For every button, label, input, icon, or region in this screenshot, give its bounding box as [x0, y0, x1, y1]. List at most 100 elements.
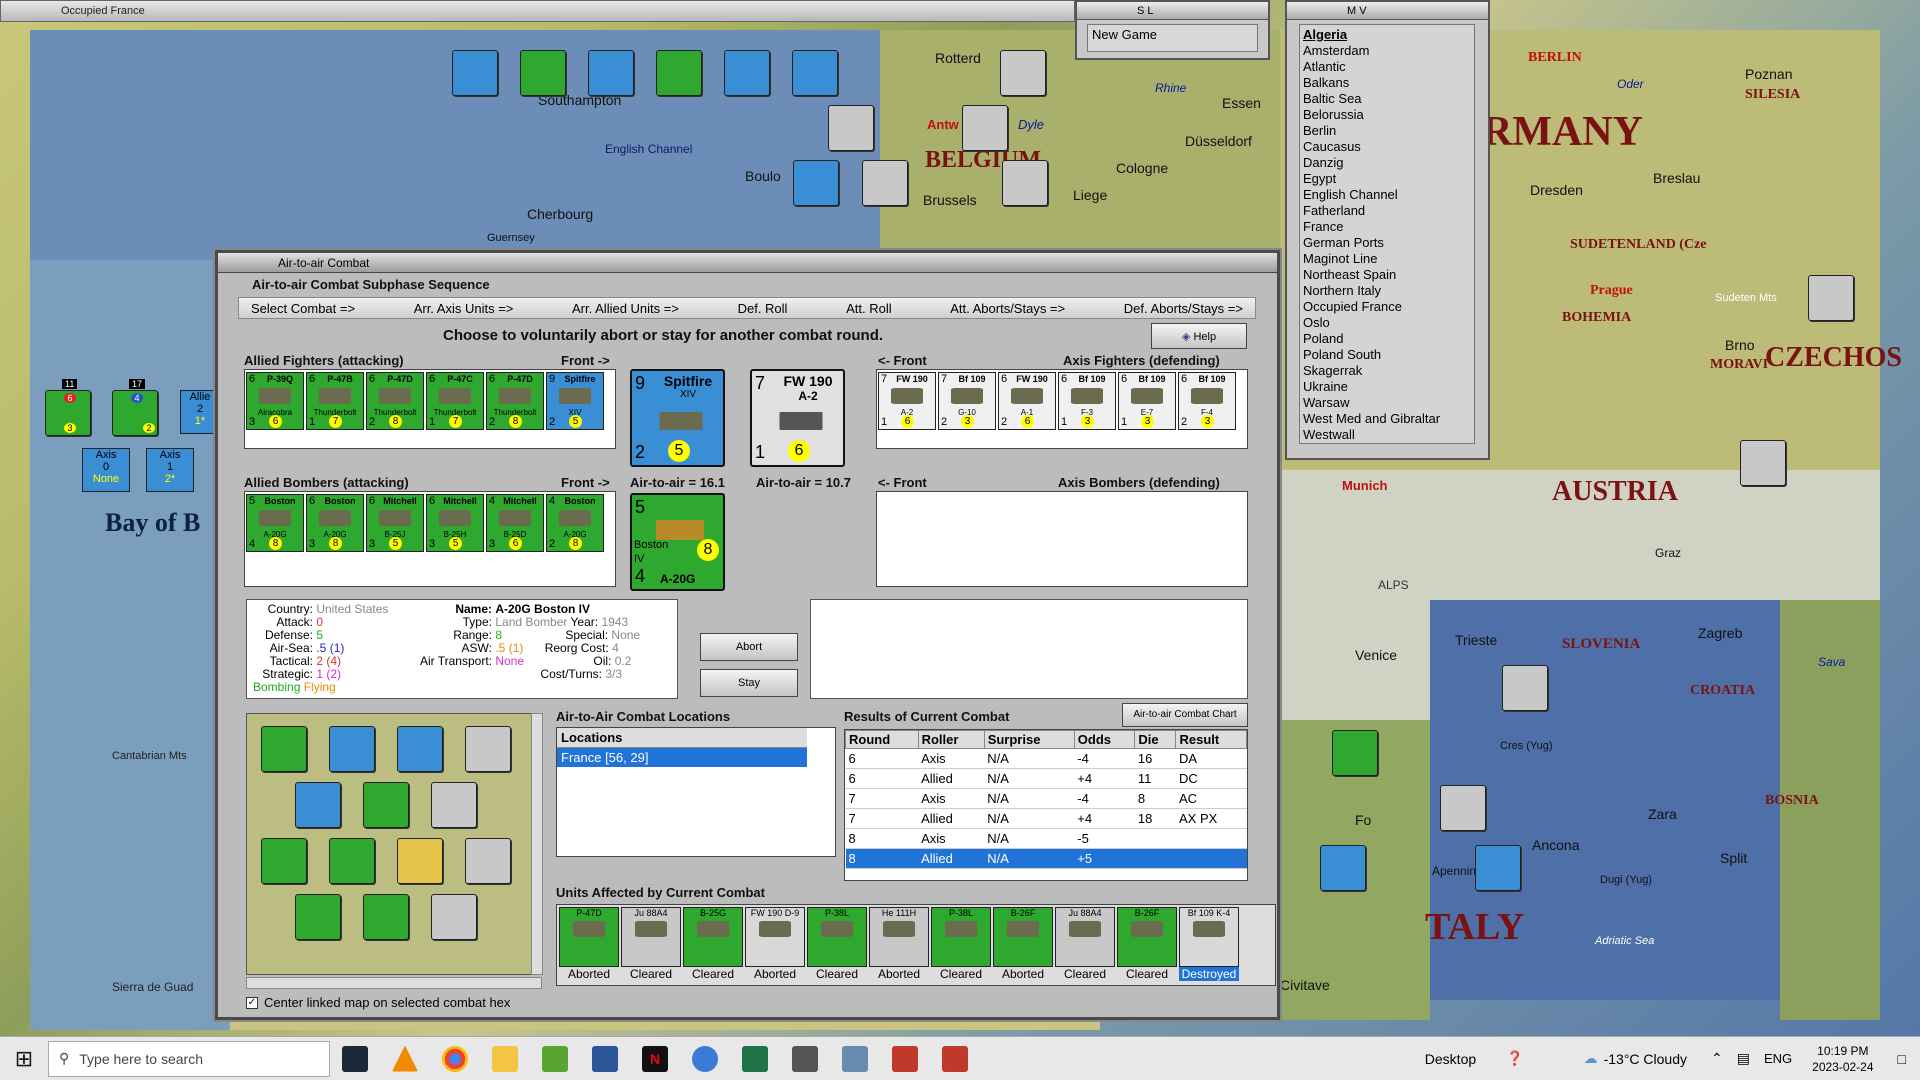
- combat-chart-button[interactable]: Air-to-air Combat Chart: [1122, 703, 1248, 727]
- mv-list-item[interactable]: Egypt: [1303, 171, 1471, 187]
- affected-unit-counter[interactable]: P-38L: [931, 907, 991, 967]
- affected-unit[interactable]: B-26F Aborted: [993, 905, 1053, 981]
- air-unit-counter[interactable]: 6 P-47D Thunderbolt 2 8: [366, 372, 424, 430]
- minimap-unit[interactable]: [295, 894, 341, 940]
- word-icon[interactable]: [592, 1045, 618, 1072]
- mv-list-item[interactable]: Caucasus: [1303, 139, 1471, 155]
- chrome-icon[interactable]: [442, 1045, 468, 1072]
- map-unit-counter[interactable]: [1002, 160, 1048, 206]
- map-unit-counter[interactable]: [588, 50, 634, 96]
- affected-unit-counter[interactable]: He 111H: [869, 907, 929, 967]
- notifications-icon[interactable]: □: [1898, 1051, 1906, 1067]
- selected-allied-fighter[interactable]: 9 Spitfire XIV 2 5: [630, 369, 725, 467]
- mv-list-item[interactable]: German Ports: [1303, 235, 1471, 251]
- network-icon[interactable]: ▤: [1737, 1050, 1750, 1067]
- air-unit-counter[interactable]: 6 P-47B Thunderbolt 1 7: [306, 372, 364, 430]
- affected-unit[interactable]: B-25G Cleared: [683, 905, 743, 981]
- air-unit-counter[interactable]: 6 FW 190 A-1 2 6: [998, 372, 1056, 430]
- map-unit-counter[interactable]: [724, 50, 770, 96]
- mv-list-item[interactable]: English Channel: [1303, 187, 1471, 203]
- map-unit-counter[interactable]: [1440, 785, 1486, 831]
- affected-unit[interactable]: Ju 88A4 Cleared: [621, 905, 681, 981]
- sl-panel-list[interactable]: New Game: [1087, 24, 1258, 52]
- mv-location-list[interactable]: Algeria Amsterdam Atlantic Balkans Baltic Se…: [1299, 24, 1475, 444]
- mv-list-item[interactable]: Westwall: [1303, 427, 1471, 443]
- locations-list[interactable]: Locations France [56, 29]: [556, 727, 836, 857]
- minimap-unit[interactable]: [397, 838, 443, 884]
- mv-list-item[interactable]: Oslo: [1303, 315, 1471, 331]
- air-unit-counter[interactable]: 6 Bf 109 E-7 1 3: [1118, 372, 1176, 430]
- air-unit-counter[interactable]: 6 Bf 109 F-4 2 3: [1178, 372, 1236, 430]
- mv-list-item[interactable]: Amsterdam: [1303, 43, 1471, 59]
- weather-text[interactable]: -13°C Cloudy: [1604, 1051, 1687, 1067]
- map-unit-counter[interactable]: [1475, 845, 1521, 891]
- vlc-icon[interactable]: [392, 1045, 418, 1072]
- linked-minimap[interactable]: [246, 713, 542, 975]
- map-unit-counter[interactable]: [452, 50, 498, 96]
- affected-unit-counter[interactable]: B-25G: [683, 907, 743, 967]
- minimap-unit[interactable]: [329, 726, 375, 772]
- game-icon[interactable]: [942, 1045, 968, 1072]
- allied-fighters-strip[interactable]: 6 P-39Q Airacobra 3 6 6 P-47B Thunderbolt 1 7 6 P-4…: [244, 369, 616, 449]
- mv-list-item[interactable]: Poland South: [1303, 347, 1471, 363]
- air-unit-counter[interactable]: 6 P-47C Thunderbolt 1 7: [426, 372, 484, 430]
- air-unit-counter[interactable]: 6 Mitchell B-25H 3 5: [426, 494, 484, 552]
- minimap-unit[interactable]: [431, 782, 477, 828]
- map-unit-counter[interactable]: [1000, 50, 1046, 96]
- mv-list-item[interactable]: Occupied France: [1303, 299, 1471, 315]
- minimap-unit[interactable]: [261, 726, 307, 772]
- air-unit-counter[interactable]: 6 Boston A-20G 3 8: [306, 494, 364, 552]
- calculator-icon[interactable]: [792, 1045, 818, 1072]
- air-unit-counter[interactable]: 6 Bf 109 F-3 1 3: [1058, 372, 1116, 430]
- dialog-titlebar[interactable]: Air-to-air Combat: [218, 253, 1277, 273]
- location-item[interactable]: France [56, 29]: [557, 748, 807, 767]
- air-unit-counter[interactable]: 4 Mitchell B-25D 3 6: [486, 494, 544, 552]
- mv-list-item[interactable]: Danzig: [1303, 155, 1471, 171]
- results-column-header[interactable]: Result: [1175, 730, 1247, 749]
- allied-bombers-strip[interactable]: 5 Boston A-20G 4 8 6 Boston A-20G 3 8 6 Mitchell B-2…: [244, 491, 616, 587]
- air-unit-counter[interactable]: 6 P-47D Thunderbolt 2 8: [486, 372, 544, 430]
- affected-unit[interactable]: FW 190 D-9 Aborted: [745, 905, 805, 981]
- map-unit-counter[interactable]: 11 6 3: [45, 379, 91, 436]
- steam-icon[interactable]: [342, 1045, 368, 1072]
- affected-units-strip[interactable]: P-47D Aborted Ju 88A4 Cleared B-25G Cleared FW…: [556, 904, 1276, 986]
- air-unit-counter[interactable]: 7 Bf 109 G-10 2 3: [938, 372, 996, 430]
- affected-unit[interactable]: Bf 109 K-4 Destroyed: [1179, 905, 1239, 981]
- abort-button[interactable]: Abort: [700, 633, 798, 661]
- map-unit-counter[interactable]: [1808, 275, 1854, 321]
- mv-list-item[interactable]: Maginot Line: [1303, 251, 1471, 267]
- affected-unit[interactable]: Ju 88A4 Cleared: [1055, 905, 1115, 981]
- results-column-header[interactable]: Odds: [1073, 730, 1136, 749]
- results-column-header[interactable]: Roller: [917, 730, 985, 749]
- mv-panel-titlebar[interactable]: M V: [1287, 2, 1488, 20]
- minimap-unit[interactable]: [465, 838, 511, 884]
- mv-list-item[interactable]: France: [1303, 219, 1471, 235]
- minimap-unit[interactable]: [261, 838, 307, 884]
- mv-list-item[interactable]: Algeria: [1303, 27, 1471, 43]
- affected-unit-counter[interactable]: B-26F: [1117, 907, 1177, 967]
- help-button[interactable]: ◈ Help: [1151, 323, 1247, 349]
- mv-list-item[interactable]: Poland: [1303, 331, 1471, 347]
- minimap-unit[interactable]: [363, 894, 409, 940]
- map-unit-counter[interactable]: [1332, 730, 1378, 776]
- axis-bombers-strip[interactable]: [876, 491, 1248, 587]
- map-unit-counter[interactable]: [656, 50, 702, 96]
- mv-list-item[interactable]: Atlantic: [1303, 59, 1471, 75]
- map-unit-counter[interactable]: [828, 105, 874, 151]
- minimap-vscrollbar[interactable]: [531, 713, 543, 975]
- affected-unit[interactable]: He 111H Aborted: [869, 905, 929, 981]
- selected-axis-fighter[interactable]: 7 FW 190 A-2 1 6: [750, 369, 845, 467]
- excel-icon[interactable]: [742, 1045, 768, 1072]
- help-circle-icon[interactable]: ❓: [1506, 1050, 1523, 1067]
- affected-unit[interactable]: P-38L Cleared: [931, 905, 991, 981]
- results-row[interactable]: 6 Allied N/A +4 11 DC: [845, 768, 1247, 789]
- minimap-unit[interactable]: [363, 782, 409, 828]
- affected-unit[interactable]: P-38L Cleared: [807, 905, 867, 981]
- minimap-unit[interactable]: [295, 782, 341, 828]
- language-indicator[interactable]: ENG: [1764, 1051, 1792, 1066]
- affected-unit-counter[interactable]: Ju 88A4: [1055, 907, 1115, 967]
- results-row[interactable]: 8 Allied N/A +5: [845, 848, 1247, 869]
- notepad-icon[interactable]: [542, 1045, 568, 1072]
- mv-list-item[interactable]: Skagerrak: [1303, 363, 1471, 379]
- stay-button[interactable]: Stay: [700, 669, 798, 697]
